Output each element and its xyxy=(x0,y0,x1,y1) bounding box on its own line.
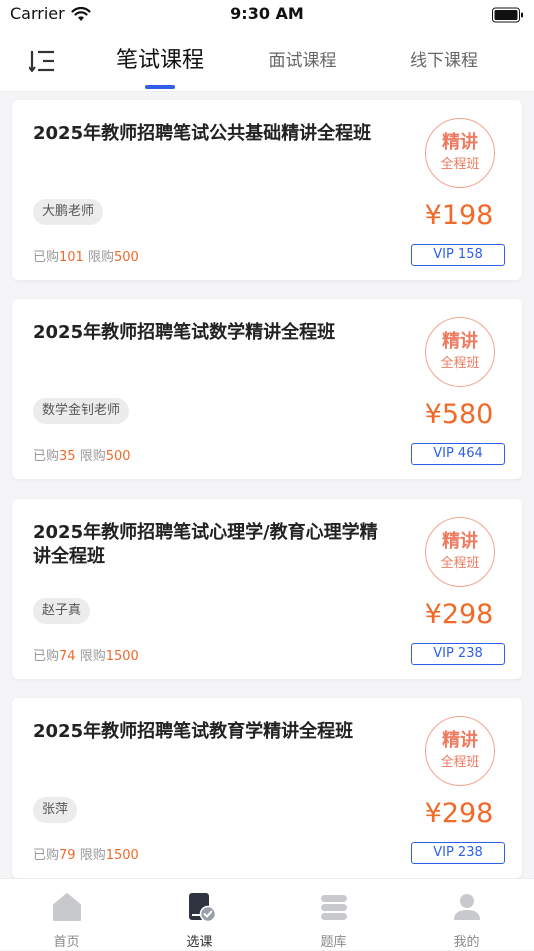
tabbar-item-home[interactable]: 首页 xyxy=(0,879,133,951)
stamp-line2: 全程班 xyxy=(440,755,480,770)
battery-icon xyxy=(492,7,523,23)
tab-interview-courses[interactable]: 面试课程 xyxy=(245,46,360,76)
limit-label: 限购 xyxy=(79,449,106,464)
course-type-stamp: 精讲 全程班 xyxy=(425,517,495,587)
vip-price-badge: VIP 464 xyxy=(411,443,505,465)
course-card[interactable]: 2025年教师招聘笔试心理学/教育心理学精讲全程班 赵子真 已购74 限购150… xyxy=(12,499,522,679)
tabbar-label: 选课 xyxy=(186,935,213,950)
bought-count: 74 xyxy=(59,649,76,664)
teacher-tag: 张萍 xyxy=(33,797,78,823)
course-price: ¥580 xyxy=(424,399,494,430)
bought-label: 已购 xyxy=(33,250,60,265)
course-select-icon xyxy=(189,893,216,923)
bought-count: 101 xyxy=(59,250,84,265)
tabbar-label: 我的 xyxy=(453,935,480,950)
stamp-line2: 全程班 xyxy=(440,356,480,371)
purchase-stats: 已购101 限购500 xyxy=(33,246,139,265)
stamp-line2: 全程班 xyxy=(440,556,480,571)
course-list: 2025年教师招聘笔试公共基础精讲全程班 大鹏老师 已购101 限购500 精讲… xyxy=(0,92,534,878)
course-price: ¥198 xyxy=(424,200,494,231)
course-type-stamp: 精讲 全程班 xyxy=(425,317,495,387)
tabbar-item-course-select[interactable]: 选课 xyxy=(133,879,266,951)
question-bank-icon xyxy=(321,895,347,920)
bought-count: 35 xyxy=(59,449,76,464)
vip-price-badge: VIP 158 xyxy=(411,244,505,266)
top-nav: 笔试课程 面试课程 线下课程 xyxy=(0,30,534,92)
bought-label: 已购 xyxy=(33,449,60,464)
teacher-tag: 赵子真 xyxy=(33,598,91,624)
stamp-line1: 精讲 xyxy=(442,132,478,153)
tabbar-label: 题库 xyxy=(320,935,347,950)
course-price: ¥298 xyxy=(424,599,494,630)
stamp-line1: 精讲 xyxy=(442,531,478,552)
home-icon xyxy=(53,893,81,921)
course-card[interactable]: 2025年教师招聘笔试数学精讲全程班 数学金钊老师 已购35 限购500 精讲 … xyxy=(12,299,522,479)
limit-count: 1500 xyxy=(105,649,139,664)
purchase-stats: 已购74 限购1500 xyxy=(33,645,139,664)
purchase-stats: 已购79 限购1500 xyxy=(33,844,139,863)
course-card[interactable]: 2025年教师招聘笔试公共基础精讲全程班 大鹏老师 已购101 限购500 精讲… xyxy=(12,100,522,280)
bought-label: 已购 xyxy=(33,649,60,664)
course-type-stamp: 精讲 全程班 xyxy=(425,118,495,188)
bottom-tab-bar: 首页 选课 题库 我的 xyxy=(0,878,534,950)
menu-icon[interactable] xyxy=(29,50,55,72)
teacher-tag: 大鹏老师 xyxy=(33,199,104,225)
purchase-stats: 已购35 限购500 xyxy=(33,445,131,464)
tab-written-courses[interactable]: 笔试课程 xyxy=(100,46,220,76)
limit-label: 限购 xyxy=(79,649,106,664)
course-title: 2025年教师招聘笔试教育学精讲全程班 xyxy=(33,721,354,742)
vip-price-badge: VIP 238 xyxy=(411,643,505,665)
stamp-line2: 全程班 xyxy=(440,157,480,172)
limit-count: 500 xyxy=(114,250,139,265)
course-title: 2025年教师招聘笔试心理学/教育心理学精讲全程班 xyxy=(33,522,378,567)
teacher-tag: 数学金钊老师 xyxy=(33,398,130,424)
vip-price-badge: VIP 238 xyxy=(411,842,505,864)
course-title: 2025年教师招聘笔试数学精讲全程班 xyxy=(33,322,336,343)
status-bar: Carrier 9:30 AM xyxy=(0,0,534,30)
limit-label: 限购 xyxy=(79,848,106,863)
status-time: 9:30 AM xyxy=(230,4,304,23)
bought-count: 79 xyxy=(59,848,76,863)
tabbar-label: 首页 xyxy=(53,935,80,950)
bought-label: 已购 xyxy=(33,848,60,863)
tabbar-item-profile[interactable]: 我的 xyxy=(400,879,533,951)
tabbar-item-question-bank[interactable]: 题库 xyxy=(267,879,400,951)
course-price: ¥298 xyxy=(424,798,494,829)
limit-count: 500 xyxy=(105,449,131,464)
active-tab-indicator xyxy=(145,85,175,89)
stamp-line1: 精讲 xyxy=(442,730,478,751)
course-card[interactable]: 2025年教师招聘笔试教育学精讲全程班 张萍 已购79 限购1500 精讲 全程… xyxy=(12,698,522,878)
course-title: 2025年教师招聘笔试公共基础精讲全程班 xyxy=(33,123,372,144)
stamp-line1: 精讲 xyxy=(442,331,478,352)
limit-count: 1500 xyxy=(105,848,139,863)
limit-label: 限购 xyxy=(87,250,114,265)
profile-icon xyxy=(454,894,480,920)
tab-offline-courses[interactable]: 线下课程 xyxy=(385,46,503,76)
course-type-stamp: 精讲 全程班 xyxy=(425,716,495,786)
